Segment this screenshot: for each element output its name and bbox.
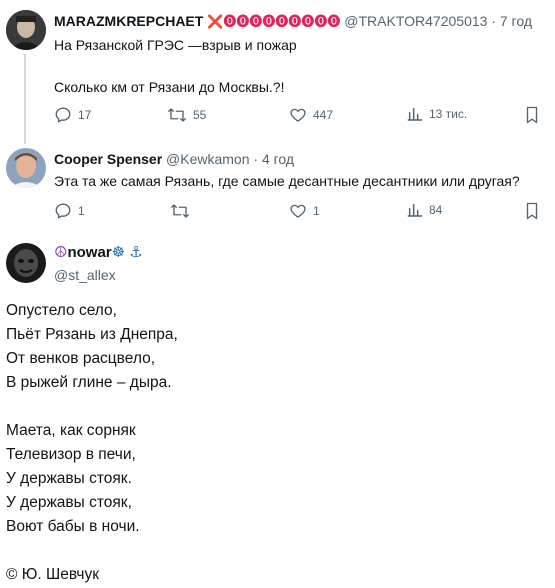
poem-line: В рыжей глине – дыра. <box>6 374 172 391</box>
tweet-text-line-1: На Рязанской ГРЭС —взрыв и пожар <box>54 37 297 53</box>
thread-line <box>24 54 26 144</box>
tweet-header: Cooper Spenser @Kewkamon · 4 год <box>54 150 294 168</box>
bookmark-button[interactable] <box>524 106 540 124</box>
tweet-header: MARAZMKREPCHAET ❌⓿⓿⓿⓿⓿⓿⓿⓿⓿ @TRAKTOR47205… <box>54 12 532 31</box>
poem-line: Воют бабы в ночи. <box>6 518 140 535</box>
poem-line: Телевизор в печи, <box>6 446 136 463</box>
retweet-icon <box>171 204 189 218</box>
avatar[interactable] <box>6 10 46 50</box>
poem-line: У державы стояк. <box>6 470 132 487</box>
reply-icon <box>55 107 71 123</box>
tweet-text-line-2: Сколько км от Рязани до Москвы.?! <box>54 79 285 95</box>
bar-chart-icon <box>407 107 423 121</box>
poem-line: Опустело село, <box>6 302 117 319</box>
like-button[interactable]: 447 <box>289 106 333 124</box>
name-badges: ❌⓿⓿⓿⓿⓿⓿⓿⓿⓿ <box>207 14 341 29</box>
peace-icon: ☮ <box>54 244 68 261</box>
views-button[interactable]: 13 тис. <box>407 106 467 122</box>
author-header: ☮nowar☸ ⚓ <box>54 244 143 262</box>
retweet-icon <box>168 108 186 122</box>
tweet-2[interactable]: Cooper Spenser @Kewkamon · 4 год Эта та … <box>0 140 555 235</box>
retweet-button[interactable]: 55 <box>167 106 206 124</box>
avatar-image <box>6 10 46 50</box>
poem-line: От венков расцвело, <box>6 350 155 367</box>
timestamp[interactable]: · 7 год <box>491 13 532 29</box>
avatar-image <box>6 243 46 283</box>
reply-icon <box>55 203 71 219</box>
like-button[interactable]: 1 <box>289 202 320 220</box>
reply-count: 1 <box>78 204 85 218</box>
poem-line: Маета, как сорняк <box>6 422 136 439</box>
main-post: ☮nowar☸ ⚓ @st_allex Опустело село, Пьёт … <box>0 235 555 588</box>
poem-line <box>6 395 178 419</box>
heart-icon <box>290 204 306 218</box>
poem-spacer <box>6 539 178 563</box>
bookmark-button[interactable] <box>524 202 540 220</box>
reply-button[interactable]: 1 <box>54 202 85 220</box>
retweet-button[interactable] <box>170 202 196 220</box>
reply-button[interactable]: 17 <box>54 106 91 124</box>
wheel-anchor-icons: ☸ ⚓ <box>111 244 143 261</box>
display-name[interactable]: MARAZMKREPCHAET <box>54 13 203 29</box>
avatar[interactable] <box>6 243 46 283</box>
action-bar: 1 1 84 <box>54 202 544 222</box>
like-count: 447 <box>313 108 334 122</box>
heart-icon <box>290 108 306 122</box>
poem-line: Пьёт Рязань из Днепра, <box>6 326 178 343</box>
poem: Опустело село, Пьёт Рязань из Днепра, От… <box>6 299 178 587</box>
bar-chart-icon <box>407 203 423 217</box>
views-button[interactable]: 84 <box>407 202 442 218</box>
like-count: 1 <box>313 204 320 218</box>
display-name[interactable]: nowar <box>67 244 111 261</box>
handle[interactable]: @TRAKTOR47205013 <box>344 13 487 29</box>
display-name[interactable]: Cooper Spenser <box>54 151 162 167</box>
action-bar: 17 55 447 13 тис. <box>54 106 544 126</box>
bookmark-icon <box>526 106 538 124</box>
tweet-text-line-1: Эта та же самая Рязань, где самые десант… <box>54 173 520 189</box>
handle[interactable]: @st_allex <box>54 266 116 284</box>
timestamp[interactable]: · 4 год <box>253 151 294 167</box>
avatar-image <box>6 148 46 188</box>
poem-signature: © Ю. Шевчук <box>6 566 99 583</box>
poem-line: У державы стояк, <box>6 494 132 511</box>
avatar[interactable] <box>6 148 46 188</box>
view-count: 13 тис. <box>429 107 468 121</box>
bookmark-icon <box>526 202 538 220</box>
retweet-count: 55 <box>193 108 207 122</box>
tweet-1[interactable]: MARAZMKREPCHAET ❌⓿⓿⓿⓿⓿⓿⓿⓿⓿ @TRAKTOR47205… <box>0 0 555 144</box>
handle[interactable]: @Kewkamon <box>166 151 249 167</box>
view-count: 84 <box>429 203 443 217</box>
reply-count: 17 <box>78 108 92 122</box>
